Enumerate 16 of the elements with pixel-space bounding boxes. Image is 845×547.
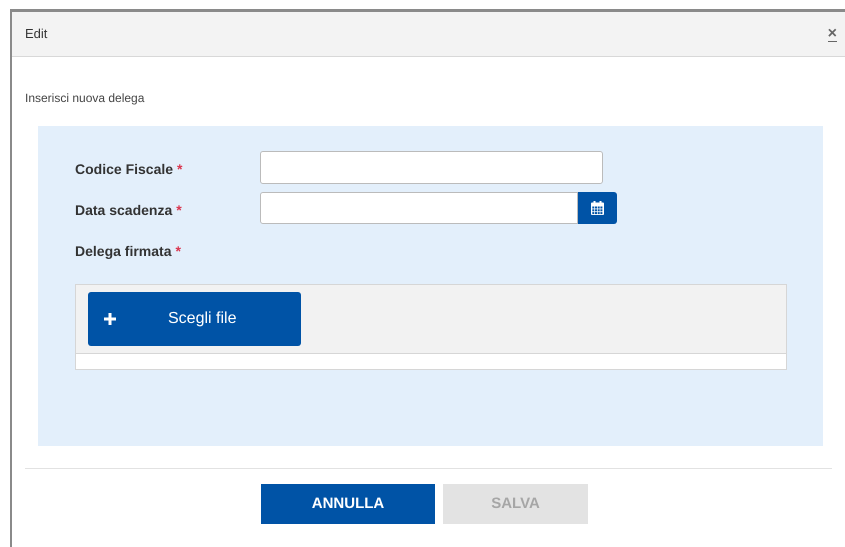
calendar-button[interactable] bbox=[578, 192, 617, 224]
field-label: Data scadenza bbox=[75, 201, 172, 220]
choose-file-button[interactable]: Scegli file bbox=[88, 292, 301, 346]
plus-icon bbox=[104, 313, 116, 325]
input-field[interactable] bbox=[260, 151, 603, 184]
date-field[interactable] bbox=[260, 192, 578, 224]
cancel-button[interactable]: ANNULLA bbox=[261, 484, 435, 524]
dialog-title: Edit bbox=[25, 25, 48, 44]
subtitle: Inserisci nuova delega bbox=[25, 91, 144, 105]
field-label: Codice Fiscale bbox=[75, 160, 174, 179]
required-mark: * bbox=[176, 201, 182, 220]
required-mark: * bbox=[177, 160, 182, 179]
field-label: Delega firmata bbox=[75, 242, 172, 261]
close-button[interactable]: × bbox=[828, 26, 837, 42]
required-mark: * bbox=[175, 242, 181, 261]
calendar-icon bbox=[591, 201, 604, 215]
